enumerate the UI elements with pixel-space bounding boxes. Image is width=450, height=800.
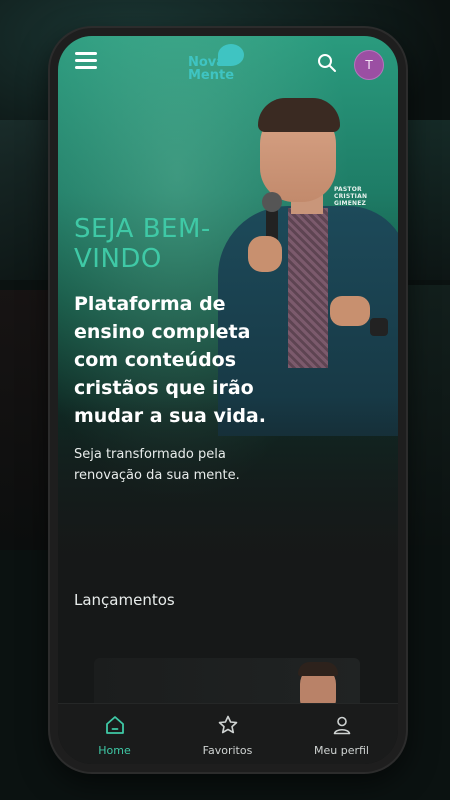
- avatar[interactable]: T: [354, 50, 384, 80]
- nav-home-label: Home: [98, 744, 131, 757]
- nav-profile[interactable]: Meu perfil: [285, 704, 398, 764]
- nav-profile-label: Meu perfil: [314, 744, 369, 757]
- app-screen: PASTOR CRISTIAN GIMENEZ Nova Mente T SEJ…: [58, 36, 398, 764]
- nav-favorites-label: Favoritos: [202, 744, 253, 757]
- home-icon: [106, 716, 124, 734]
- search-icon[interactable]: [316, 52, 338, 74]
- pastor-label: PASTOR CRISTIAN GIMENEZ: [334, 186, 368, 207]
- releases-section-title: Lançamentos: [74, 591, 175, 609]
- nav-home[interactable]: Home: [58, 704, 171, 764]
- hero-headline: Plataforma de ensino completa com conteú…: [74, 293, 266, 427]
- user-icon: [333, 716, 351, 735]
- menu-icon[interactable]: [75, 52, 97, 70]
- hero-subline: Seja transformado pela renovação da sua …: [74, 447, 240, 483]
- bottom-navigation: Home Favoritos Meu perfil: [58, 703, 398, 764]
- phone-frame: PASTOR CRISTIAN GIMENEZ Nova Mente T SEJ…: [50, 28, 406, 772]
- welcome-title: SEJA BEM-VINDO: [74, 214, 211, 274]
- star-icon: [218, 715, 238, 734]
- app-logo[interactable]: Nova Mente: [184, 42, 254, 86]
- nav-favorites[interactable]: Favoritos: [171, 704, 284, 764]
